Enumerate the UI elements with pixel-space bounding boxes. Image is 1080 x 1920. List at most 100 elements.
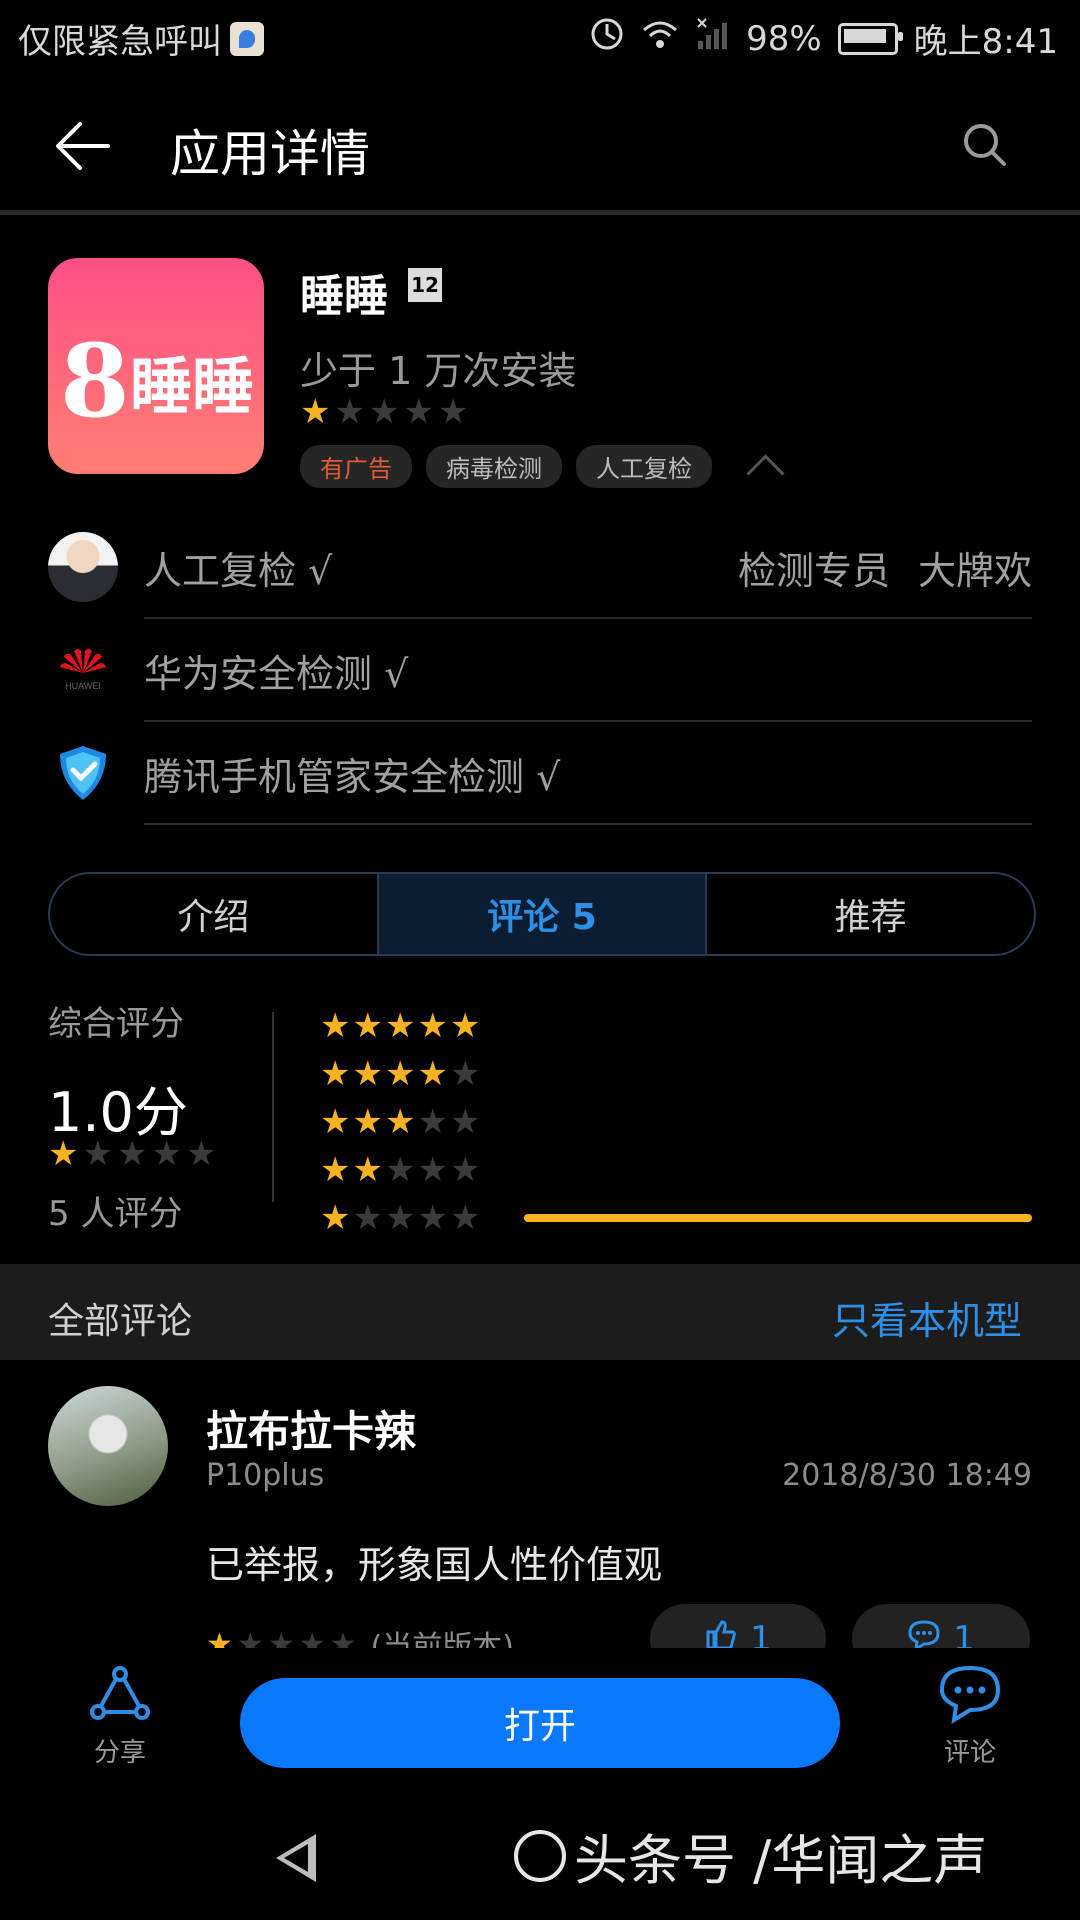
- star-empty-icon: ★: [449, 1102, 481, 1142]
- nav-back-icon[interactable]: [276, 1834, 316, 1882]
- divider: [144, 823, 1032, 825]
- review-device: P10plus: [206, 1458, 325, 1493]
- star-filled-icon: ★: [417, 1054, 448, 1094]
- watermark-text: 头条号 /华闻之声: [574, 1829, 988, 1892]
- star-filled-icon: ★: [48, 1134, 79, 1174]
- check-label: 人工复检 √: [144, 549, 333, 593]
- check-row-tencent[interactable]: 腾讯手机管家安全检测 √: [0, 722, 1080, 825]
- distribution-bar: [524, 1166, 1032, 1174]
- distribution-bar: [524, 1022, 1032, 1030]
- share-label: 分享: [93, 1738, 146, 1768]
- distribution-stars: ★ ★ ★ ★ ★: [320, 1102, 480, 1142]
- rating-count: 5 人评分: [48, 1194, 183, 1234]
- star-filled-icon: ★: [449, 1006, 481, 1046]
- distribution-stars: ★ ★ ★ ★ ★: [320, 1006, 480, 1046]
- search-icon[interactable]: [960, 120, 1010, 170]
- page-title: 应用详情: [170, 125, 370, 183]
- chevron-up-icon[interactable]: [746, 454, 785, 493]
- system-nav-bar: 头条号 /华闻之声: [0, 1780, 1080, 1920]
- avatar[interactable]: [48, 1386, 168, 1506]
- star-empty-icon: ★: [116, 1134, 148, 1174]
- star-empty-icon: ★: [449, 1150, 481, 1190]
- clock: 晚上8:41: [913, 22, 1058, 62]
- battery-icon: [837, 22, 903, 55]
- check-label: 华为安全检测 √: [144, 652, 409, 696]
- star-empty-icon: ★: [417, 1150, 448, 1190]
- star-empty-icon: ★: [368, 392, 400, 432]
- distribution-row: ★ ★ ★ ★ ★: [320, 1150, 480, 1190]
- signal-icon: [696, 17, 730, 60]
- distribution-row: ★ ★ ★ ★ ★: [320, 1198, 480, 1238]
- share-icon: [88, 1666, 152, 1728]
- battery-percent: 98%: [746, 18, 822, 59]
- star-filled-icon: ★: [320, 1054, 351, 1094]
- reviewer-name: 大牌欢: [917, 549, 1032, 593]
- star-filled-icon: ★: [300, 392, 331, 432]
- notification-app-icon: [230, 21, 264, 56]
- tag-virus-scan[interactable]: 病毒检测: [426, 445, 562, 488]
- star-empty-icon: ★: [437, 392, 469, 432]
- comment-icon: [938, 1665, 1002, 1728]
- star-filled-icon: ★: [384, 1054, 416, 1094]
- distribution-bar: [524, 1214, 1032, 1222]
- star-filled-icon: ★: [320, 1102, 351, 1142]
- open-button[interactable]: 打开: [240, 1678, 840, 1768]
- detail-tabs: 介绍 评论 5 推荐: [48, 872, 1036, 956]
- distribution-stars: ★ ★ ★ ★ ★: [320, 1198, 480, 1238]
- home-circle-icon[interactable]: [514, 1829, 566, 1882]
- star-filled-icon: ★: [384, 1102, 416, 1142]
- star-empty-icon: ★: [334, 392, 365, 432]
- comment-button[interactable]: 评论: [920, 1664, 1020, 1769]
- age-rating-badge: 12: [408, 268, 442, 302]
- status-left: 仅限紧急呼叫: [18, 14, 264, 63]
- app-bar: 应用详情: [0, 74, 1080, 215]
- overall-stars: ★ ★ ★ ★ ★: [48, 1134, 216, 1174]
- tab-recommend[interactable]: 推荐: [707, 874, 1034, 954]
- tencent-shield-icon: [48, 738, 118, 808]
- share-button[interactable]: 分享: [70, 1664, 170, 1769]
- overall-rating-title: 综合评分: [48, 1004, 184, 1044]
- svg-text:HUAWEI: HUAWEI: [65, 681, 101, 691]
- star-empty-icon: ★: [417, 1198, 448, 1238]
- star-empty-icon: ★: [449, 1198, 481, 1238]
- review-author: 拉布拉卡辣: [206, 1407, 417, 1456]
- distribution-stars: ★ ★ ★ ★ ★: [320, 1054, 480, 1094]
- star-empty-icon: ★: [185, 1134, 217, 1174]
- app-icon-text: 睡睡: [130, 350, 255, 423]
- check-row-manual[interactable]: 人工复检 √ 检测专员 大牌欢: [0, 516, 1080, 619]
- app-tags: 有广告 病毒检测 人工复检: [300, 445, 785, 493]
- back-arrow-icon[interactable]: [50, 114, 114, 178]
- status-bar: 仅限紧急呼叫 98% 晚上8:41: [0, 0, 1080, 74]
- watermark: 头条号 /华闻之声: [514, 1816, 987, 1895]
- star-empty-icon: ★: [384, 1150, 416, 1190]
- check-row-huawei[interactable]: HUAWEI 华为安全检测 √: [0, 619, 1080, 722]
- distribution-row: ★ ★ ★ ★ ★: [320, 1054, 480, 1094]
- distribution-bar: [524, 1070, 1032, 1078]
- tab-reviews[interactable]: 评论 5: [378, 874, 708, 954]
- wifi-icon: [640, 18, 680, 59]
- data-saver-icon: [590, 17, 624, 60]
- star-filled-icon: ★: [320, 1198, 351, 1238]
- star-filled-icon: ★: [320, 1006, 351, 1046]
- tag-ads[interactable]: 有广告: [300, 445, 412, 488]
- star-filled-icon: ★: [384, 1006, 416, 1046]
- tag-manual-review[interactable]: 人工复检: [576, 445, 712, 488]
- huawei-logo-icon: HUAWEI: [48, 635, 118, 705]
- star-filled-icon: ★: [352, 1054, 383, 1094]
- reviewer-avatar: [48, 532, 118, 602]
- reviews-header: 全部评论 只看本机型: [0, 1264, 1080, 1360]
- star-empty-icon: ★: [417, 1102, 448, 1142]
- tab-intro[interactable]: 介绍: [50, 874, 379, 954]
- reviews-title: 全部评论: [48, 1301, 193, 1342]
- star-empty-icon: ★: [384, 1198, 416, 1238]
- same-model-filter[interactable]: 只看本机型: [832, 1290, 1022, 1345]
- divider: [272, 1012, 274, 1202]
- review-time: 2018/8/30 18:49: [782, 1458, 1032, 1493]
- install-count: 少于 1 万次安装: [300, 349, 577, 393]
- check-label: 腾讯手机管家安全检测 √: [144, 755, 561, 799]
- review-text: 已举报，形象国人性价值观: [206, 1543, 663, 1587]
- star-filled-icon: ★: [352, 1102, 383, 1142]
- star-filled-icon: ★: [352, 1150, 383, 1190]
- star-filled-icon: ★: [417, 1006, 448, 1046]
- star-empty-icon: ★: [449, 1054, 481, 1094]
